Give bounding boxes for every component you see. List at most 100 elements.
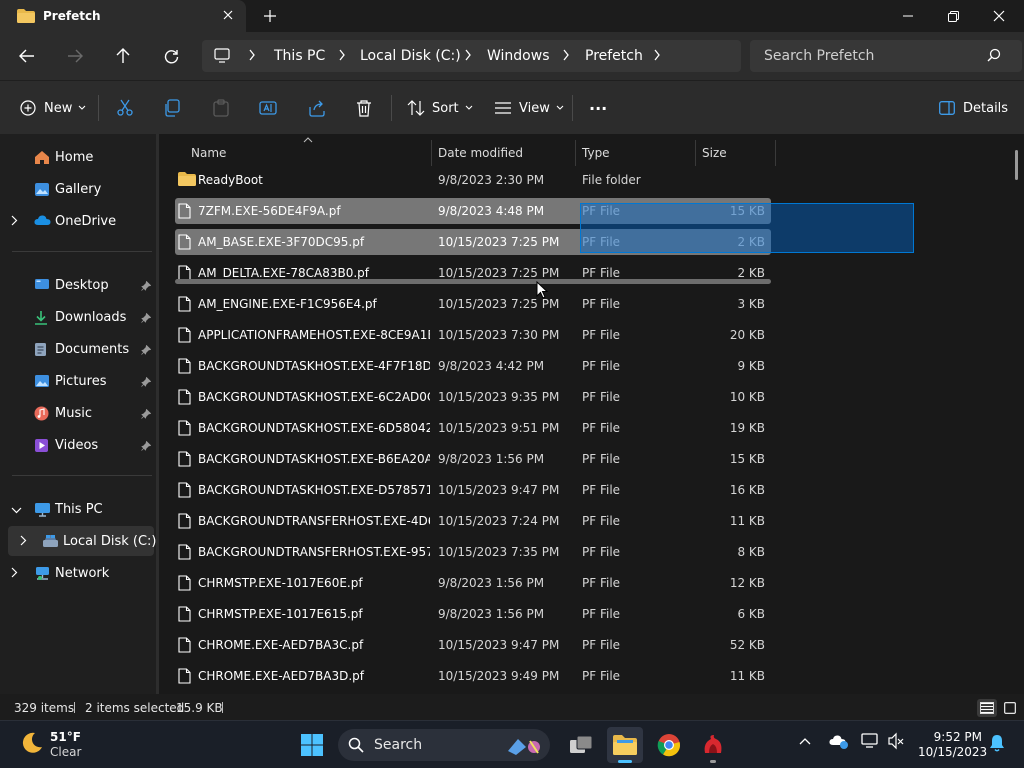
task-view-button[interactable] — [563, 727, 599, 763]
file-size: 11 KB — [729, 514, 765, 528]
taskbar-search[interactable]: Search — [338, 729, 550, 761]
desktop-icon — [34, 278, 50, 295]
file-size: 9 KB — [737, 359, 765, 373]
sort-button[interactable]: Sort — [407, 96, 473, 120]
chevron-down-icon[interactable] — [11, 503, 22, 517]
file-row[interactable]: CHRMSTP.EXE-1017E60E.pf 9/8/2023 1:56 PM P… — [175, 570, 771, 596]
taskbar: 51°F Clear Search 9:52 PM 10/15/2023 — [0, 720, 1024, 768]
new-button[interactable]: New — [20, 96, 86, 120]
forward-button[interactable] — [63, 44, 87, 68]
taskbar-file-explorer[interactable] — [607, 727, 643, 763]
start-button[interactable] — [294, 727, 330, 763]
chevron-right-icon[interactable] — [11, 567, 18, 581]
file-row[interactable]: APPLICATIONFRAMEHOST.EXE-8CE9A1E... 10/15… — [175, 322, 771, 348]
notification-bell-icon[interactable] — [989, 734, 1005, 755]
close-tab-icon[interactable] — [218, 5, 238, 25]
chevron-right-icon[interactable] — [20, 535, 27, 549]
share-button[interactable] — [308, 96, 326, 120]
show-hidden-icons-button[interactable] — [799, 734, 811, 748]
sidebar-item-pictures[interactable]: Pictures — [0, 366, 156, 396]
divider — [12, 475, 152, 476]
divider — [391, 95, 392, 121]
file-size: 16 KB — [729, 483, 765, 497]
view-button[interactable]: View — [494, 96, 564, 120]
minimize-button[interactable] — [885, 0, 931, 32]
rename-button[interactable] — [259, 96, 277, 120]
column-header-name[interactable]: Name — [185, 137, 431, 166]
cloud-icon — [34, 214, 51, 229]
delete-button[interactable] — [356, 96, 372, 120]
cut-button[interactable] — [116, 96, 134, 120]
chevron-right-icon[interactable] — [11, 215, 18, 229]
file-size: 10 KB — [729, 390, 765, 404]
file-row[interactable]: CHRMSTP.EXE-1017E615.pf 9/8/2023 1:56 PM P… — [175, 601, 771, 627]
file-type: PF File — [582, 452, 621, 466]
taskbar-app-red[interactable] — [695, 727, 731, 763]
file-size: 2 KB — [737, 266, 765, 280]
file-row[interactable]: AM_ENGINE.EXE-F1C956E4.pf 10/15/2023 7:25… — [175, 291, 771, 317]
breadcrumb-this-pc[interactable]: This PC — [274, 48, 325, 64]
more-options-button[interactable]: ··· — [589, 96, 607, 120]
taskbar-chrome[interactable] — [651, 727, 687, 763]
taskbar-clock[interactable]: 9:52 PM 10/15/2023 — [918, 730, 987, 760]
sidebar-item-music[interactable]: Music — [0, 398, 156, 428]
file-row[interactable]: BACKGROUNDTASKHOST.EXE-D5785712.pf 10/15/… — [175, 477, 771, 503]
sidebar-item-onedrive[interactable]: OneDrive — [0, 206, 156, 236]
weather-widget[interactable]: 51°F Clear — [18, 730, 81, 759]
breadcrumb-prefetch[interactable]: Prefetch — [585, 48, 643, 64]
breadcrumb-windows[interactable]: Windows — [487, 48, 550, 64]
file-size: 8 KB — [737, 545, 765, 559]
sidebar-item-videos[interactable]: Videos — [0, 430, 156, 460]
column-header-type[interactable]: Type — [576, 140, 695, 166]
vertical-scrollbar[interactable] — [1015, 150, 1018, 180]
column-header-date[interactable]: Date modified — [432, 140, 575, 166]
file-row[interactable]: BACKGROUNDTRANSFERHOST.EXE-9576... 10/15/… — [175, 539, 771, 565]
details-pane-button[interactable]: Details — [939, 96, 1008, 120]
network-tray-icon[interactable] — [861, 732, 881, 753]
file-row[interactable]: BACKGROUNDTRANSFERHOST.EXE-4D6E... 10/15/… — [175, 508, 771, 534]
close-window-button[interactable] — [976, 0, 1022, 32]
sidebar-item-local-disk[interactable]: Local Disk (C:) — [8, 526, 156, 556]
sidebar-label: Videos — [55, 438, 99, 453]
drive-icon — [42, 534, 59, 551]
refresh-button[interactable] — [159, 44, 183, 68]
selection-rectangle — [580, 203, 914, 253]
sidebar-item-gallery[interactable]: Gallery — [0, 174, 156, 204]
tiles-view-button[interactable] — [1000, 699, 1020, 717]
horizontal-scrollbar[interactable] — [175, 279, 771, 284]
file-row[interactable]: CHROME.EXE-AED7BA3D.pf 10/15/2023 9:49 PM… — [175, 663, 771, 689]
copy-button[interactable] — [163, 96, 181, 120]
volume-muted-icon[interactable] — [887, 732, 905, 753]
file-row[interactable]: CHROME.EXE-AED7BA3C.pf 10/15/2023 9:47 PM… — [175, 632, 771, 658]
sidebar-item-network[interactable]: Network — [0, 558, 156, 588]
search-input[interactable]: Search Prefetch — [750, 40, 1022, 72]
details-view-button[interactable] — [977, 699, 997, 717]
onedrive-tray-icon[interactable] — [829, 733, 849, 752]
up-button[interactable] — [111, 44, 135, 68]
document-icon — [34, 342, 47, 360]
file-row[interactable]: BACKGROUNDTASKHOST.EXE-6D58042C.... 10/15… — [175, 415, 771, 441]
file-type: PF File — [582, 297, 621, 311]
sidebar-item-home[interactable]: Home — [0, 142, 156, 172]
back-button[interactable] — [15, 44, 39, 68]
column-header-size[interactable]: Size — [696, 140, 775, 166]
paste-button[interactable] — [212, 96, 230, 120]
file-row[interactable]: ReadyBoot 9/8/2023 2:30 PM File folder — [175, 167, 771, 193]
column-divider[interactable] — [775, 140, 776, 166]
file-type: PF File — [582, 390, 621, 404]
new-tab-button[interactable] — [260, 6, 280, 26]
sidebar-item-documents[interactable]: Documents — [0, 334, 156, 364]
chrome-icon — [657, 734, 681, 757]
breadcrumb-local-disk[interactable]: Local Disk (C:) — [360, 48, 461, 64]
divider — [12, 251, 152, 252]
tab-prefetch[interactable]: Prefetch — [0, 0, 246, 32]
sidebar-item-desktop[interactable]: Desktop — [0, 270, 156, 300]
restore-button[interactable] — [930, 0, 976, 32]
address-bar[interactable]: This PC Local Disk (C:) Windows Prefetch — [202, 40, 741, 72]
file-row[interactable]: BACKGROUNDTASKHOST.EXE-4F7F18DA... 9/8/20… — [175, 353, 771, 379]
file-type: PF File — [582, 483, 621, 497]
file-row[interactable]: BACKGROUNDTASKHOST.EXE-B6EA20AF... 9/8/20… — [175, 446, 771, 472]
file-row[interactable]: BACKGROUNDTASKHOST.EXE-6C2AD0C... 10/15/2… — [175, 384, 771, 410]
sidebar-item-this-pc[interactable]: This PC — [0, 494, 156, 524]
sidebar-item-downloads[interactable]: Downloads — [0, 302, 156, 332]
